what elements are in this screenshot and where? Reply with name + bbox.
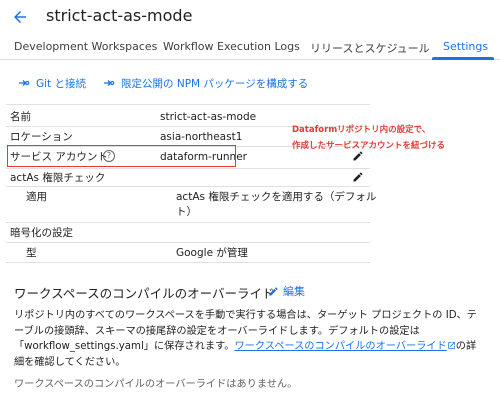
no-override-message: ワークスペースのコンパイルのオーバーライドはありません。 <box>14 379 298 390</box>
tab-development-workspaces[interactable]: Development Workspaces <box>14 40 157 53</box>
compile-override-docs-link[interactable]: ワークスペースのコンパイルのオーバーライド <box>234 341 446 352</box>
arrow-back-icon[interactable] <box>11 8 29 26</box>
actas-applied-value-line1: actAs 権限チェックを適用する（デフォル <box>176 191 377 203</box>
encryption-label: 暗号化の設定 <box>10 227 73 239</box>
tab-settings[interactable]: Settings <box>443 40 488 53</box>
tab-workflow-execution-logs[interactable]: Workflow Execution Logs <box>163 40 300 53</box>
open-in-new-icon <box>447 341 456 350</box>
pencil-icon <box>268 286 279 297</box>
actas-label: actAs 権限チェック <box>10 172 106 184</box>
active-tab-indicator <box>432 57 494 60</box>
tab-bar: Development Workspaces Workflow Executio… <box>0 36 500 60</box>
divider <box>6 262 370 263</box>
git-link-icon <box>18 77 30 89</box>
actas-applied-label: 適用 <box>26 191 47 203</box>
annotation-line-2: 作成したサービスアカウントを紐づける <box>292 141 446 151</box>
page-title: strict-act-as-mode <box>46 6 193 25</box>
name-value: strict-act-as-mode <box>160 111 257 123</box>
edit-actas-icon[interactable] <box>352 171 364 183</box>
git-connect-button[interactable]: Git と接続 <box>18 76 86 90</box>
highlight-box <box>7 145 236 167</box>
app-header: strict-act-as-mode <box>0 0 500 36</box>
compile-override-description: リポジトリ内のすべてのワークスペースを手動で実行する場合は、ターゲット プロジェ… <box>14 308 484 370</box>
tab-releases-schedules[interactable]: リリースとスケジュール <box>310 40 430 56</box>
location-value: asia-northeast1 <box>160 131 243 143</box>
actas-applied-value-line2: ト） <box>176 206 197 218</box>
edit-compile-override-button[interactable]: 編集 <box>268 283 305 299</box>
divider <box>6 104 370 105</box>
divider <box>6 222 370 223</box>
divider <box>6 186 370 187</box>
configure-npm-button[interactable]: 限定公開の NPM パッケージを構成する <box>103 76 308 90</box>
npm-link-icon <box>103 77 115 89</box>
annotation-line-1: Dataformリポジトリ内の設定で、 <box>292 125 431 135</box>
divider <box>6 242 370 243</box>
encryption-type-label: 型 <box>26 247 37 259</box>
divider <box>6 168 370 169</box>
edit-label: 編集 <box>283 285 305 298</box>
location-label: ロケーション <box>10 131 73 143</box>
compile-override-title: ワークスペースのコンパイルのオーバーライド <box>14 286 275 301</box>
encryption-type-value: Google が管理 <box>176 247 248 259</box>
name-label: 名前 <box>10 111 31 123</box>
configure-npm-label: 限定公開の NPM パッケージを構成する <box>121 77 309 90</box>
git-connect-label: Git と接続 <box>36 77 87 90</box>
